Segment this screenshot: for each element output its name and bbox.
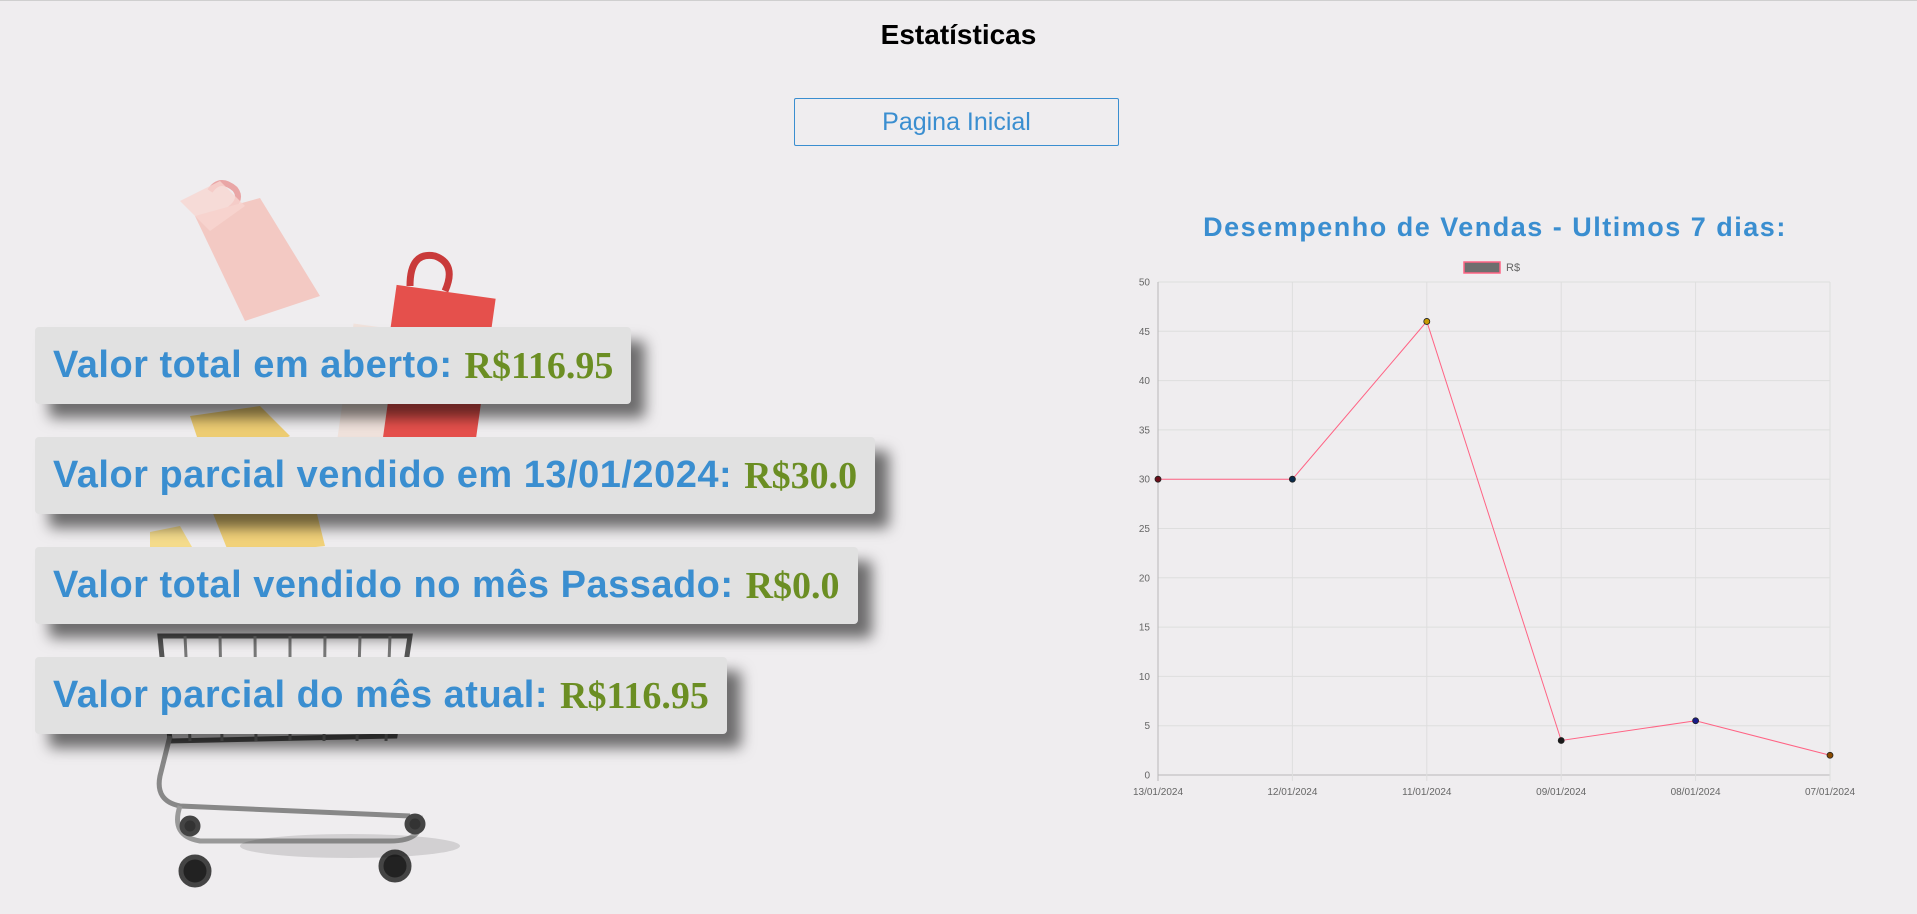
stat-partial-day-value: R$30.0	[744, 454, 858, 497]
stat-last-month-value: R$0.0	[745, 564, 840, 607]
data-point	[1423, 318, 1431, 325]
y-tick-label: 25	[1139, 524, 1151, 535]
x-tick-label: 13/01/2024	[1133, 787, 1183, 798]
stat-partial-day-label: Valor parcial vendido em 13/01/2024:	[53, 454, 733, 496]
x-tick-label: 09/01/2024	[1536, 787, 1586, 798]
legend-label: R$	[1506, 262, 1520, 274]
data-point	[1154, 475, 1162, 483]
y-tick-label: 45	[1139, 327, 1151, 338]
page-title: Estatísticas	[880, 19, 1037, 50]
stat-current-month-label: Valor parcial do mês atual:	[53, 674, 549, 716]
y-tick-label: 30	[1139, 475, 1151, 486]
pink-bag-image	[180, 180, 320, 321]
x-tick-label: 11/01/2024	[1402, 787, 1452, 798]
x-tick-label: 07/01/2024	[1805, 787, 1855, 798]
y-tick-label: 40	[1139, 376, 1151, 387]
x-tick-label: 12/01/2024	[1267, 787, 1317, 798]
data-point	[1826, 751, 1834, 759]
home-button[interactable]: Pagina Inicial	[794, 98, 1119, 146]
data-point	[1557, 737, 1565, 744]
stat-open-total-value: R$116.95	[464, 344, 614, 387]
stat-current-month-value: R$116.95	[560, 674, 709, 717]
shopping-cart-illustration	[150, 180, 496, 888]
legend-swatch	[1463, 261, 1501, 274]
stat-partial-day: Valor parcial vendido em 13/01/2024: R$3…	[35, 437, 876, 514]
y-tick-label: 10	[1139, 672, 1151, 683]
stat-open-total: Valor total em aberto: R$116.95	[35, 327, 632, 404]
y-tick-label: 15	[1139, 623, 1151, 634]
sales-line-chart: 0 5 10 15 20 25 30 35 40 45 50 13/01/2024 12/01/2024…	[1133, 261, 1855, 798]
y-tick-label: 5	[1144, 721, 1150, 732]
x-tick-label: 08/01/2024	[1671, 787, 1721, 798]
stat-last-month: Valor total vendido no mês Passado: R$0.…	[35, 547, 858, 624]
data-point	[1288, 475, 1296, 483]
stat-current-month: Valor parcial do mês atual: R$116.95	[35, 657, 727, 734]
chart-title: Desempenho de Vendas - Ultimos 7 dias:	[1203, 212, 1787, 242]
y-tick-label: 0	[1144, 771, 1150, 782]
data-point	[1692, 717, 1699, 725]
series-line	[1158, 320, 1831, 756]
stat-open-total-label: Valor total em aberto:	[53, 344, 453, 386]
stat-last-month-label: Valor total vendido no mês Passado:	[53, 564, 734, 606]
y-tick-label: 50	[1139, 278, 1151, 289]
y-tick-label: 20	[1139, 573, 1151, 584]
y-tick-label: 35	[1139, 425, 1151, 436]
